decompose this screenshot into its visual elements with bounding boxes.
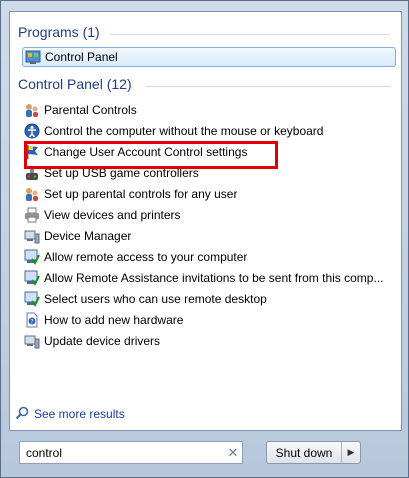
control-panel-icon xyxy=(25,49,41,65)
device-manager-icon xyxy=(24,228,40,244)
result-control-panel-program[interactable]: Control Panel xyxy=(22,47,396,67)
parental-controls-icon xyxy=(24,186,40,202)
clear-search-icon[interactable]: ✕ xyxy=(224,445,242,461)
result-device-manager[interactable]: Device Manager xyxy=(24,226,384,246)
divider xyxy=(146,86,391,87)
search-results-pane: Programs (1) Control Panel Control Panel… xyxy=(9,11,402,431)
result-add-new-hardware[interactable]: ? How to add new hardware xyxy=(24,310,384,330)
divider xyxy=(110,34,390,35)
help-page-icon: ? xyxy=(24,312,40,328)
system-check-icon xyxy=(24,291,40,307)
result-parental-controls[interactable]: Parental Controls xyxy=(24,100,384,120)
highlight-annotation xyxy=(24,141,278,169)
search-box[interactable]: ✕ xyxy=(19,441,243,464)
result-update-device-drivers[interactable]: Update device drivers xyxy=(24,331,384,351)
see-more-results-link[interactable]: See more results xyxy=(15,405,125,423)
result-parental-controls-any-user[interactable]: Set up parental controls for any user xyxy=(24,184,384,204)
shutdown-button[interactable]: Shut down xyxy=(267,442,342,463)
shutdown-button-group: Shut down ▶ xyxy=(266,441,361,464)
parental-controls-icon xyxy=(24,102,40,118)
system-check-icon xyxy=(24,270,40,286)
result-control-without-mouse[interactable]: Control the computer without the mouse o… xyxy=(24,121,384,141)
system-check-icon xyxy=(24,249,40,265)
svg-text:?: ? xyxy=(30,319,33,326)
printer-icon xyxy=(24,207,40,223)
result-allow-remote-access[interactable]: Allow remote access to your computer xyxy=(24,247,384,267)
shutdown-options-arrow-icon[interactable]: ▶ xyxy=(342,442,360,463)
programs-group-header: Programs (1) xyxy=(18,24,394,42)
search-icon xyxy=(15,406,29,423)
start-menu: Programs (1) Control Panel Control Panel… xyxy=(0,0,409,478)
result-devices-and-printers[interactable]: View devices and printers xyxy=(24,205,384,225)
search-input[interactable] xyxy=(20,443,224,462)
result-remote-desktop-users[interactable]: Select users who can use remote desktop xyxy=(24,289,384,309)
ease-of-access-icon xyxy=(24,123,40,139)
device-driver-icon xyxy=(24,333,40,349)
result-allow-remote-assistance[interactable]: Allow Remote Assistance invitations to b… xyxy=(24,268,384,288)
control-panel-group-header: Control Panel (12) xyxy=(18,76,394,94)
